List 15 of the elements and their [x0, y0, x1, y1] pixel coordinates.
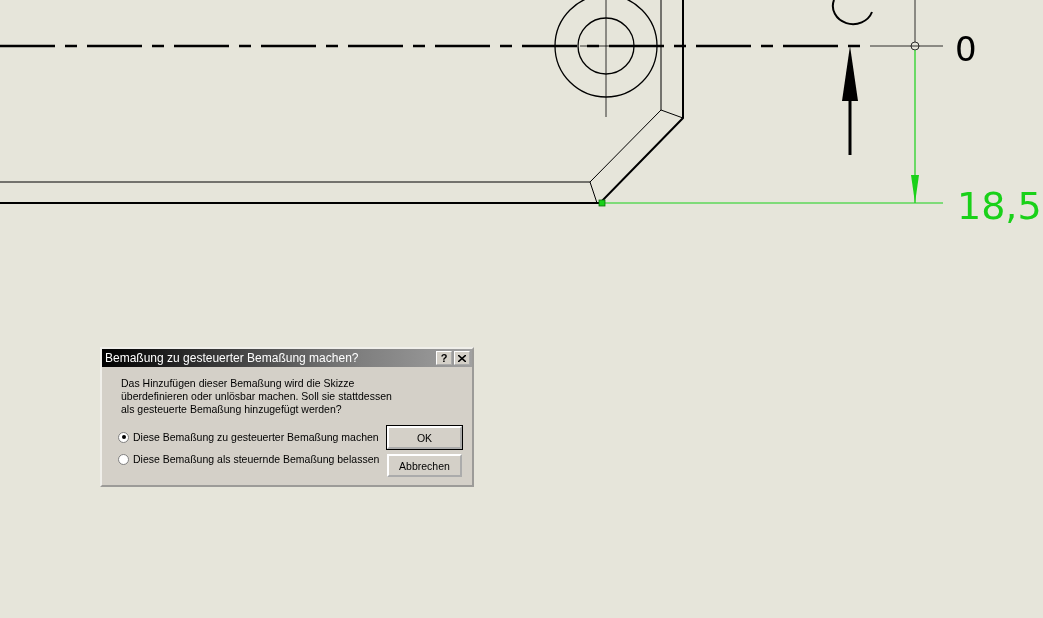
- close-button[interactable]: [454, 351, 470, 365]
- endpoint-handle[interactable]: [598, 199, 606, 207]
- window-title: Bemaßung zu gesteuerter Bemaßung machen?: [105, 351, 360, 365]
- radio-label[interactable]: Diese Bemaßung als steuernde Bemaßung belassen: [133, 453, 380, 465]
- radio-label[interactable]: Diese Bemaßung zu gesteuerter Bemaßung machen: [133, 431, 379, 443]
- help-button[interactable]: ?: [436, 351, 452, 365]
- cancel-button[interactable]: Abbrechen: [387, 454, 462, 477]
- radio-button[interactable]: [118, 431, 129, 443]
- dialog-message: Das Hinzufügen dieser Bemaßung wird die Skizze überdefinieren oder unlösbar machen. Soll sie stattdessen als gesteuerte Bemaßung hinzugefügt werden?: [121, 377, 393, 416]
- section-label-arc: [831, 0, 873, 26]
- ok-button[interactable]: OK: [387, 426, 462, 449]
- close-icon: [458, 354, 466, 362]
- radio-button[interactable]: [118, 453, 129, 465]
- dimension-value: 18,5: [957, 184, 1042, 228]
- dimension-value: 0: [955, 29, 977, 69]
